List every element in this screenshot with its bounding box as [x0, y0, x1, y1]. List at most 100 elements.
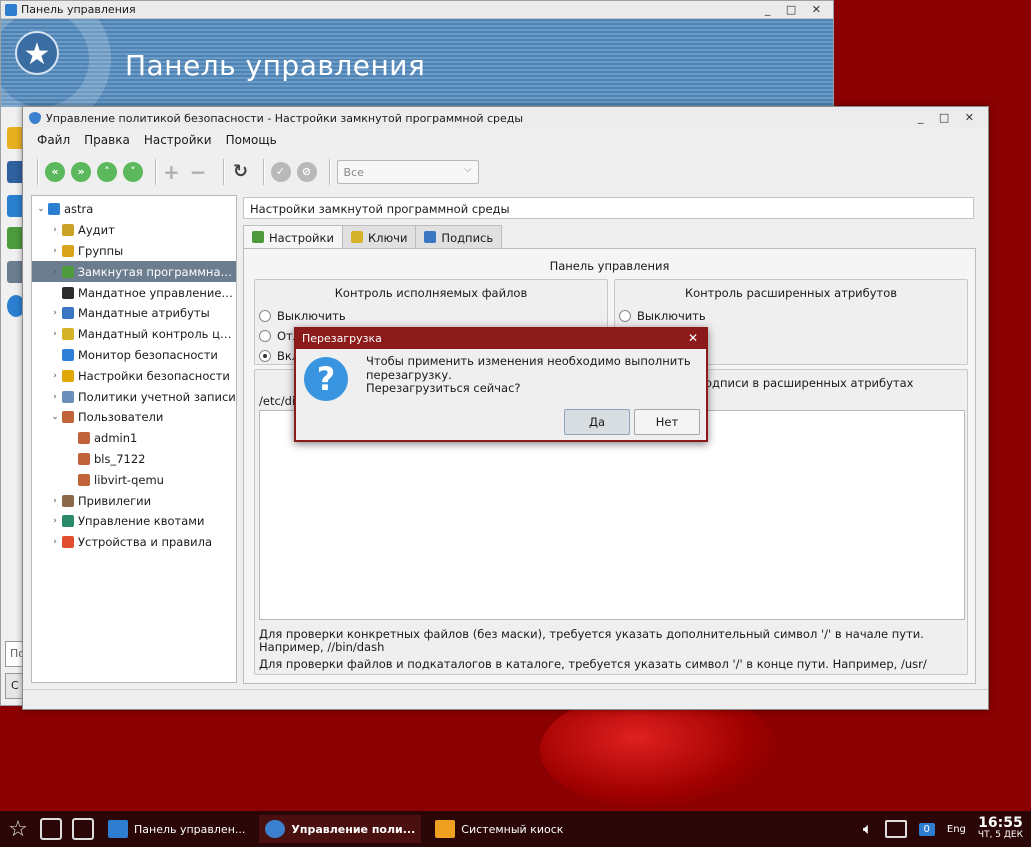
- tab-keys[interactable]: Ключи: [341, 225, 417, 249]
- status-bar: [23, 689, 988, 709]
- tree-item[interactable]: › Управление квотами: [32, 511, 236, 532]
- tree-item[interactable]: › Мандатные атрибуты: [32, 303, 236, 324]
- yes-button[interactable]: Да: [564, 409, 630, 435]
- dialog-titlebar[interactable]: Перезагрузка ✕: [296, 329, 706, 349]
- add-icon[interactable]: +: [163, 162, 180, 182]
- tab-signature[interactable]: Подпись: [415, 225, 503, 249]
- tree-item-label: Устройства и правила: [78, 535, 212, 550]
- tree-item[interactable]: › Мандатный контроль це...: [32, 324, 236, 345]
- tree-item-icon: [62, 515, 74, 528]
- shield-icon: [29, 112, 41, 124]
- toolbar-separator: [155, 159, 157, 185]
- tree-item[interactable]: Мандатное управление ...: [32, 282, 236, 303]
- tree-item-icon: [62, 286, 74, 299]
- expand-icon[interactable]: ›: [50, 246, 60, 256]
- expand-icon[interactable]: ›: [50, 516, 60, 526]
- security-policy-titlebar[interactable]: Управление политикой безопасности - Наст…: [23, 107, 988, 129]
- tree-item[interactable]: › Аудит: [32, 220, 236, 241]
- volume-icon[interactable]: 🔈︎: [863, 819, 873, 839]
- task-label: Системный киоск: [461, 822, 564, 836]
- computer-icon: [48, 203, 60, 216]
- expand-icon[interactable]: ›: [50, 308, 60, 318]
- exec-radio-off[interactable]: Выключить: [255, 306, 607, 326]
- keyboard-layout[interactable]: Eng: [947, 824, 966, 835]
- radio-label: Выключить: [277, 309, 346, 323]
- network-icon[interactable]: [884, 820, 907, 838]
- dialog-message: Чтобы применить изменения необходимо вып…: [366, 354, 696, 396]
- tree-item[interactable]: › Группы: [32, 241, 236, 262]
- tree-item[interactable]: › Привилегии: [32, 490, 236, 511]
- tree-item-label: astra: [64, 202, 94, 217]
- close-icon[interactable]: ✕: [688, 331, 698, 345]
- cancel-icon[interactable]: ⊘: [296, 162, 317, 182]
- toolbar-separator: [222, 159, 225, 185]
- hint-directories: Для проверки файлов и подкаталогов в кат…: [259, 657, 927, 671]
- tree-item-label: admin1: [94, 431, 138, 446]
- tree-item-label: Мандатное управление ...: [78, 285, 236, 300]
- tree-item-icon: [61, 328, 74, 341]
- expand-icon[interactable]: ⌄: [50, 412, 60, 422]
- toolbar-separator: [328, 159, 331, 185]
- menu-file[interactable]: Файл: [37, 133, 70, 147]
- window-controls[interactable]: _ □ ✕: [918, 111, 980, 124]
- tree-item[interactable]: › Замкнутая программная ...: [32, 261, 236, 283]
- clock-time: 16:55: [978, 815, 1023, 831]
- screenshot-icon[interactable]: [72, 818, 94, 840]
- up-icon[interactable]: ˄: [97, 162, 117, 182]
- system-tray: 🔈︎ 0 Eng 16:55 ЧТ, 5 ДЕК: [863, 811, 1031, 847]
- last-icon[interactable]: »: [71, 162, 91, 182]
- tab-label: Настройки: [269, 231, 334, 245]
- task-system-kiosk[interactable]: Системный киоск: [429, 815, 569, 843]
- tree-item-label: Пользователи: [78, 410, 164, 425]
- tree-item[interactable]: bls_7122: [32, 449, 236, 470]
- menu-settings[interactable]: Настройки: [144, 133, 212, 147]
- start-menu-star-icon[interactable]: ☆: [6, 817, 30, 842]
- first-icon[interactable]: «: [45, 162, 65, 182]
- down-icon[interactable]: ˅: [123, 162, 143, 182]
- tab-bar: Настройки Ключи Подпись: [243, 225, 503, 249]
- no-button[interactable]: Нет: [634, 409, 700, 435]
- tree-item-icon: [62, 307, 74, 320]
- task-security-policy[interactable]: Управление поли...: [259, 815, 422, 843]
- question-icon: ?: [304, 357, 348, 401]
- group-heading: одписи в расширенных атрибутах: [705, 376, 914, 390]
- window-controls[interactable]: _ □ ✕: [765, 3, 827, 16]
- refresh-icon[interactable]: ↻: [231, 162, 251, 182]
- apply-icon[interactable]: ✓: [270, 162, 291, 182]
- tree-item[interactable]: libvirt-qemu: [32, 469, 236, 490]
- tree-item[interactable]: › Устройства и правила: [32, 532, 236, 553]
- expand-icon[interactable]: ›: [50, 537, 60, 547]
- tree-root-astra[interactable]: ⌄ astra: [32, 199, 236, 220]
- tree-item-label: Политики учетной записи: [78, 389, 236, 404]
- expand-icon[interactable]: ›: [50, 496, 60, 506]
- filter-select[interactable]: Все ⌵: [336, 160, 479, 184]
- expand-icon[interactable]: ›: [50, 267, 60, 277]
- task-control-panel[interactable]: Панель управлен...: [102, 815, 251, 843]
- tree-item-icon: [78, 452, 90, 465]
- tree-item[interactable]: ⌄ Пользователи: [32, 407, 236, 428]
- menu-help[interactable]: Помощь: [226, 133, 277, 147]
- settings-tab-icon: [252, 231, 264, 243]
- tree-item[interactable]: › Настройки безопасности: [32, 365, 236, 386]
- tree-item-icon: [62, 494, 74, 507]
- tree-item[interactable]: › Политики учетной записи: [32, 386, 236, 407]
- clock[interactable]: 16:55 ЧТ, 5 ДЕК: [978, 815, 1023, 841]
- tree-item-icon: [62, 390, 74, 403]
- notification-badge[interactable]: 0: [918, 822, 935, 836]
- expand-icon[interactable]: ›: [50, 225, 60, 235]
- tree-item-label: Привилегии: [78, 493, 152, 508]
- tree-item[interactable]: Монитор безопасности: [32, 345, 236, 366]
- xattr-radio-off[interactable]: Выключить: [615, 306, 967, 326]
- menu-edit[interactable]: Правка: [84, 133, 130, 147]
- expand-icon[interactable]: ›: [50, 392, 60, 402]
- remove-icon[interactable]: −: [190, 162, 207, 182]
- expand-icon[interactable]: ›: [50, 329, 60, 339]
- control-panel-titlebar[interactable]: Панель управления _ □ ✕: [1, 1, 833, 19]
- show-desktop-icon[interactable]: [40, 818, 62, 840]
- tree-item-label: Замкнутая программная ...: [77, 264, 236, 279]
- radio-icon: [619, 310, 631, 322]
- tab-settings[interactable]: Настройки: [243, 225, 343, 249]
- collapse-icon[interactable]: ⌄: [36, 204, 46, 214]
- expand-icon[interactable]: ›: [50, 371, 60, 381]
- tree-item[interactable]: admin1: [32, 428, 236, 449]
